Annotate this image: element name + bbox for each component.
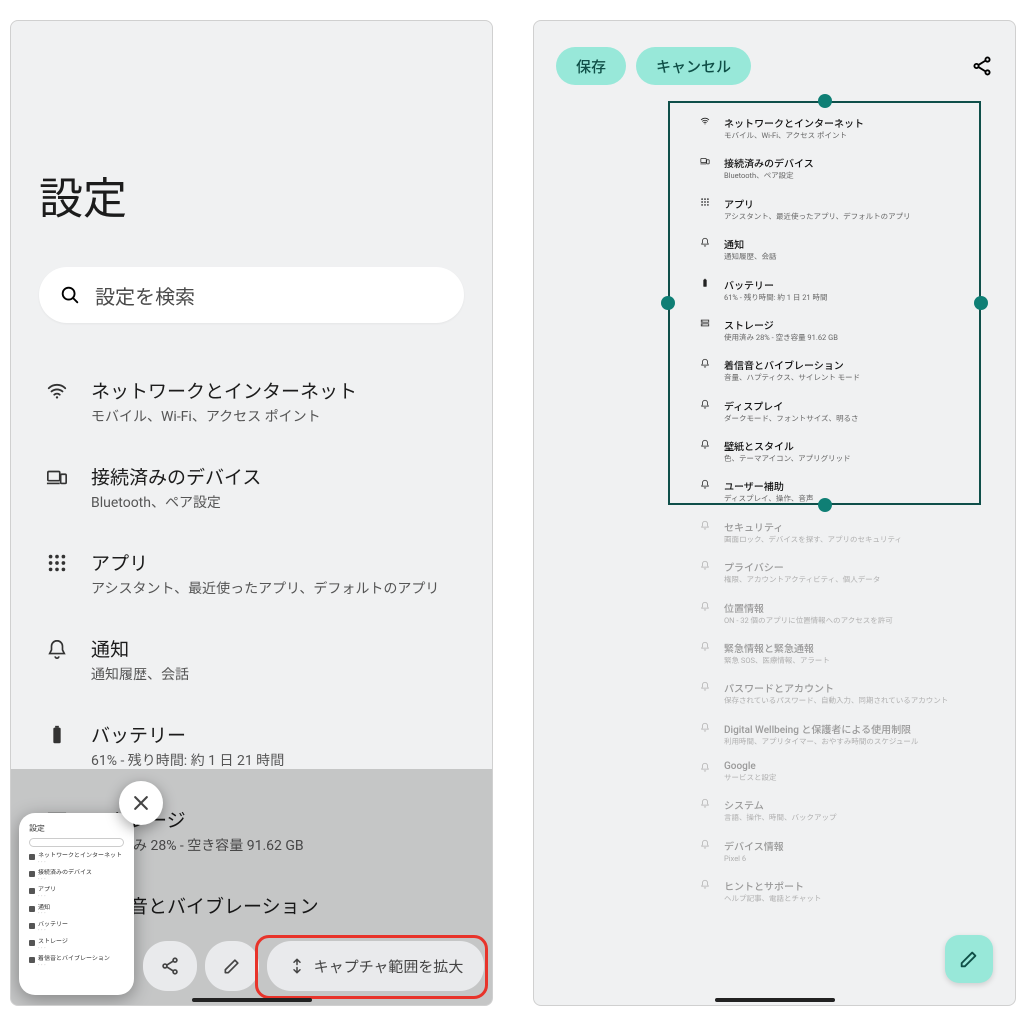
- item-label: プライバシー: [724, 559, 981, 574]
- item-sub: 利用時間、アプリタイマー、おやすみ時間のスケジュール: [724, 737, 981, 746]
- settings-item-emerg: 緊急情報と緊急通報 緊急 SOS、医療情報、アラート: [698, 634, 981, 674]
- thumbnail-title: 設定: [29, 823, 124, 834]
- crop-handle-right[interactable]: [974, 296, 988, 310]
- nav-pill: [715, 998, 835, 1002]
- item-label: セキュリティ: [724, 519, 981, 534]
- settings-item-battery[interactable]: バッテリー 61% - 残り時間: 約 1 日 21 時間: [39, 703, 464, 789]
- settings-item-apps[interactable]: アプリ アシスタント、最近使ったアプリ、デフォルトのアプリ: [39, 531, 464, 617]
- item-label: Digital Wellbeing と保護者による使用制限: [724, 721, 981, 736]
- item-sub: 使用済み 28% - 空き容量 91.62 GB: [91, 837, 460, 856]
- item-label: 接続済みのデバイス: [91, 463, 460, 490]
- location-icon: [698, 600, 712, 625]
- item-label: 通知: [91, 635, 460, 662]
- battery-icon: [43, 721, 71, 771]
- item-sub: 緊急 SOS、医療情報、アラート: [724, 656, 981, 665]
- item-sub: 通知履歴、会話: [91, 666, 460, 685]
- crop-handle-left[interactable]: [661, 296, 675, 310]
- crop-rectangle[interactable]: [668, 101, 981, 505]
- item-label: デバイス情報: [724, 838, 981, 853]
- apps-icon: [43, 549, 71, 599]
- privacy-icon: [698, 559, 712, 584]
- wellbe-icon: [698, 721, 712, 746]
- screenshot-toolbar: キャプチャ範囲を拡大: [143, 941, 484, 991]
- item-sub: ON - 32 個のアプリに位置情報へのアクセスを許可: [724, 616, 981, 625]
- thumbnail-row: ネットワークとインターネット· · ·: [29, 853, 124, 866]
- item-label: 緊急情報と緊急通報: [724, 640, 981, 655]
- settings-item-privacy: プライバシー 権限、アカウントアクティビティ、個人データ: [698, 553, 981, 593]
- settings-item-system: システム 言語、操作、時間、バックアップ: [698, 791, 981, 831]
- expand-capture-button[interactable]: キャプチャ範囲を拡大: [267, 941, 484, 991]
- item-sub: サービスと設定: [724, 773, 981, 782]
- item-sub: ヘルプ記事、電話とチャット: [724, 894, 981, 903]
- cancel-button[interactable]: キャンセル: [636, 47, 751, 85]
- thumbnail-row: 接続済みのデバイス· · ·: [29, 870, 124, 883]
- item-sub: 61% - 残り時間: 約 1 日 21 時間: [91, 752, 460, 771]
- item-label: 着信音とバイブレーション: [91, 892, 460, 919]
- item-label: パスワードとアカウント: [724, 680, 981, 695]
- page-title: 設定: [39, 163, 464, 227]
- item-sub: Bluetooth、ペア設定: [91, 494, 460, 513]
- settings-item-about: デバイス情報 Pixel 6: [698, 832, 981, 872]
- key-icon: [698, 680, 712, 705]
- item-sub: モバイル、Wi‑Fi、アクセス ポイント: [91, 408, 460, 427]
- item-sub: アシスタント、最近使ったアプリ、デフォルトのアプリ: [91, 580, 460, 599]
- item-label: システム: [724, 797, 981, 812]
- search-placeholder: 設定を検索: [95, 281, 195, 310]
- devices-icon: [43, 463, 71, 513]
- thumbnail-row: 通知· · ·: [29, 905, 124, 918]
- settings-item-lock: セキュリティ 画面ロック、デバイスを探す、アプリのセキュリティ: [698, 513, 981, 553]
- expand-capture-label: キャプチャ範囲を拡大: [314, 956, 464, 977]
- left-screenshot: 設定 設定を検索 ネットワークとインターネット モバイル、Wi‑Fi、アクセス …: [10, 20, 493, 1006]
- thumbnail-row: ストレージ· · ·: [29, 939, 124, 952]
- google-icon: [698, 761, 712, 782]
- right-screenshot: 保存 キャンセル ネットワークとインターネット モバイル、Wi‑Fi、アクセス …: [533, 20, 1016, 1006]
- share-button[interactable]: [143, 941, 197, 991]
- item-sub: 権限、アカウントアクティビティ、個人データ: [724, 575, 981, 584]
- emerg-icon: [698, 640, 712, 665]
- expand-icon: [288, 957, 306, 975]
- settings-item-wellbe: Digital Wellbeing と保護者による使用制限 利用時間、アプリタイ…: [698, 715, 981, 755]
- lock-icon: [698, 519, 712, 544]
- edit-fab[interactable]: [945, 935, 993, 983]
- item-sub: 保存されているパスワード、自動入力、同期されているアカウント: [724, 696, 981, 705]
- item-label: バッテリー: [91, 721, 460, 748]
- thumbnail-row: 着信音とバイブレーション· · ·: [29, 956, 124, 969]
- thumbnail-row: バッテリー· · ·: [29, 922, 124, 935]
- settings-item-google: Google サービスと設定: [698, 755, 981, 791]
- item-label: ネットワークとインターネット: [91, 377, 460, 404]
- search-input[interactable]: 設定を検索: [39, 267, 464, 323]
- settings-item-help: ヒントとサポート ヘルプ記事、電話とチャット: [698, 872, 981, 912]
- edit-button[interactable]: [205, 941, 259, 991]
- item-sub: Pixel 6: [724, 854, 981, 863]
- close-button[interactable]: [119, 781, 163, 825]
- wifi-icon: [43, 377, 71, 427]
- settings-item-devices[interactable]: 接続済みのデバイス Bluetooth、ペア設定: [39, 445, 464, 531]
- screenshot-thumbnail[interactable]: 設定 ネットワークとインターネット· · · 接続済みのデバイス· · · アプリ·…: [19, 813, 134, 995]
- item-label: 位置情報: [724, 600, 981, 615]
- settings-item-key: パスワードとアカウント 保存されているパスワード、自動入力、同期されているアカウ…: [698, 674, 981, 714]
- settings-item-bell[interactable]: 通知 通知履歴、会話: [39, 617, 464, 703]
- search-icon: [59, 284, 81, 306]
- help-icon: [698, 878, 712, 903]
- crop-handle-top[interactable]: [818, 94, 832, 108]
- system-icon: [698, 797, 712, 822]
- about-icon: [698, 838, 712, 863]
- item-sub: 画面ロック、デバイスを探す、アプリのセキュリティ: [724, 535, 981, 544]
- crop-handle-bottom[interactable]: [818, 498, 832, 512]
- item-label: ヒントとサポート: [724, 878, 981, 893]
- settings-item-location: 位置情報 ON - 32 個のアプリに位置情報へのアクセスを許可: [698, 594, 981, 634]
- thumbnail-search: [29, 838, 124, 847]
- nav-pill: [192, 998, 312, 1002]
- thumbnail-row: アプリ· · ·: [29, 887, 124, 900]
- item-label: アプリ: [91, 549, 460, 576]
- item-sub: 言語、操作、時間、バックアップ: [724, 813, 981, 822]
- share-icon[interactable]: [971, 55, 993, 77]
- save-button[interactable]: 保存: [556, 47, 626, 85]
- settings-item-wifi[interactable]: ネットワークとインターネット モバイル、Wi‑Fi、アクセス ポイント: [39, 359, 464, 445]
- bell-icon: [43, 635, 71, 685]
- item-label: Google: [724, 761, 981, 772]
